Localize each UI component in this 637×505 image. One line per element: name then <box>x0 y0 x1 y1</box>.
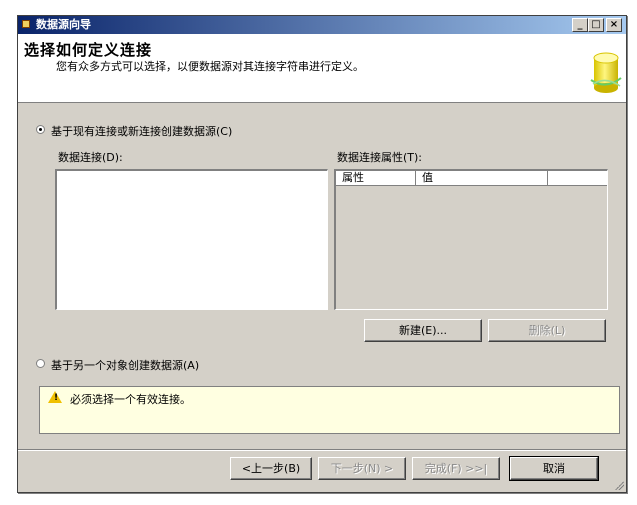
title-bar[interactable]: 数据源向导 _ □ × <box>18 16 626 34</box>
grid-header: 属性 值 <box>336 171 607 186</box>
wizard-header: 选择如何定义连接 您有众多方式可以选择，以便数据源对其连接字符串进行定义。 <box>18 34 626 103</box>
page-subtitle: 您有众多方式可以选择，以便数据源对其连接字符串进行定义。 <box>56 60 364 73</box>
delete-connection-button[interactable]: 删除(L) <box>488 319 606 342</box>
cancel-button[interactable]: 取消 <box>509 456 599 481</box>
new-connection-button[interactable]: 新建(E)... <box>364 319 482 342</box>
connection-properties-label: 数据连接属性(T): <box>337 151 423 164</box>
finish-button[interactable]: 完成(F) >>| <box>412 457 500 480</box>
close-button[interactable]: × <box>606 18 622 32</box>
other-object-radio[interactable] <box>36 359 45 368</box>
warning-exclamation: ! <box>54 393 59 403</box>
page-title: 选择如何定义连接 <box>24 41 153 59</box>
grid-column-property[interactable]: 属性 <box>336 171 416 185</box>
app-icon <box>22 20 30 28</box>
other-object-label[interactable]: 基于另一个对象创建数据源(A) <box>51 357 199 373</box>
grid-column-value[interactable]: 值 <box>416 171 548 185</box>
data-source-wizard-window: 数据源向导 _ □ × 选择如何定义连接 您有众多方式可以选择，以便数据源对其连… <box>17 15 627 493</box>
existing-connection-label[interactable]: 基于现有连接或新连接创建数据源(C) <box>51 123 232 139</box>
connection-properties-grid[interactable]: 属性 值 <box>334 169 608 310</box>
validation-message: 必须选择一个有效连接。 <box>70 393 191 406</box>
minimize-button[interactable]: _ <box>572 18 588 32</box>
data-connections-label: 数据连接(D): <box>58 151 123 164</box>
window-title: 数据源向导 <box>36 18 91 31</box>
grid-column-filler <box>548 171 607 185</box>
validation-message-box: ! 必须选择一个有效连接。 <box>39 386 620 434</box>
footer-separator <box>18 449 626 451</box>
resize-grip[interactable] <box>614 480 624 490</box>
database-icon <box>590 52 622 93</box>
maximize-button[interactable]: □ <box>588 18 604 32</box>
existing-connection-radio[interactable] <box>36 125 45 134</box>
next-button[interactable]: 下一步(N) > <box>318 457 406 480</box>
data-connections-list[interactable] <box>55 169 328 310</box>
back-button[interactable]: <上一步(B) <box>230 457 312 480</box>
